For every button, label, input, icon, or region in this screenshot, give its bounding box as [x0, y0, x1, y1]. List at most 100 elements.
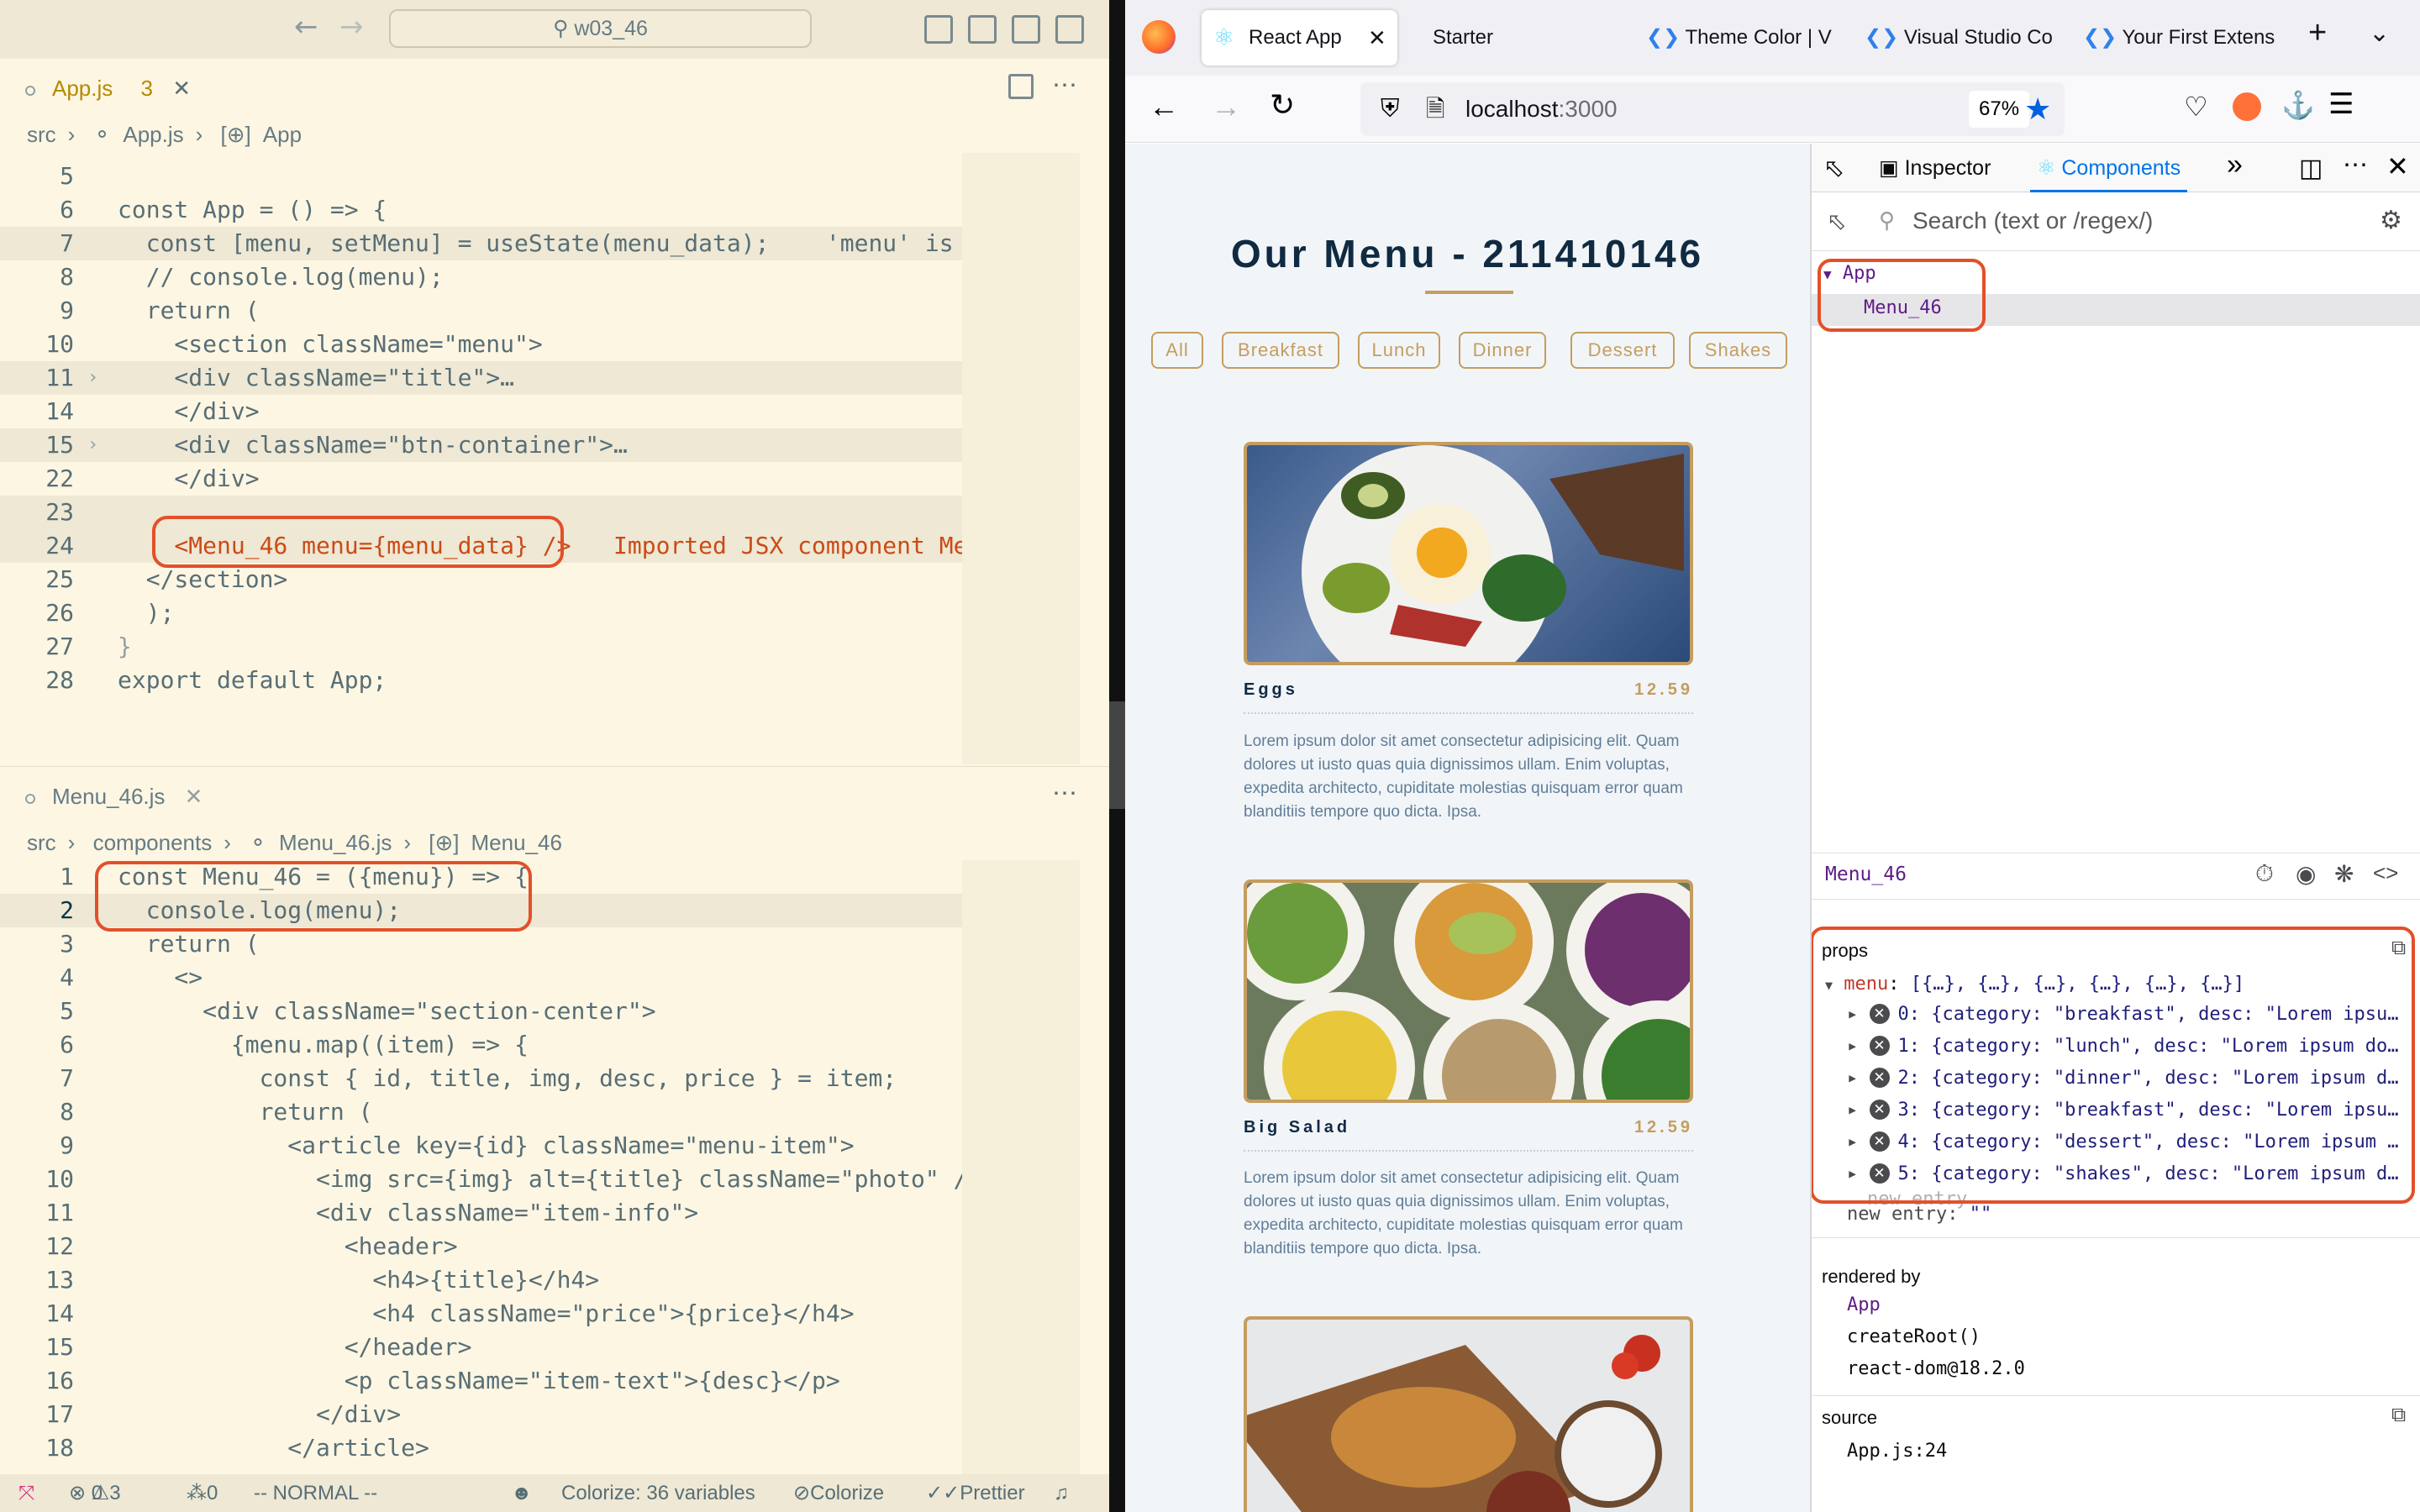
- forward-arrow-icon[interactable]: →: [339, 10, 364, 44]
- split-editor-icon[interactable]: [1008, 74, 1034, 99]
- code-line[interactable]: 18 </article>: [0, 1431, 962, 1465]
- minimap[interactable]: [962, 860, 1080, 1474]
- code-line[interactable]: 8 return (: [0, 1095, 962, 1129]
- toggle-sidebar-icon[interactable]: [924, 15, 953, 44]
- code-line[interactable]: 5 <div className="section-center">: [0, 995, 962, 1028]
- breadcrumb-symbol[interactable]: Menu_46: [471, 830, 562, 855]
- view-source-icon[interactable]: <>: [2373, 860, 2398, 886]
- bookmark-star-icon[interactable]: ★: [2024, 82, 2051, 136]
- tab-react-app[interactable]: ⚛ React App ✕: [1202, 10, 1397, 66]
- owner-app[interactable]: App: [1847, 1289, 2420, 1321]
- breadcrumb-symbol[interactable]: App: [263, 122, 302, 147]
- toggle-secondary-sidebar-icon[interactable]: [1012, 15, 1040, 44]
- code-line[interactable]: 12 <header>: [0, 1230, 962, 1263]
- remote-icon[interactable]: ⤧: [18, 1474, 34, 1512]
- code-line[interactable]: 14 </div>: [0, 395, 962, 428]
- tab-visual-studio-code[interactable]: ❮❯ Visual Studio Co: [1865, 10, 2058, 66]
- filter-all-button[interactable]: All: [1151, 332, 1203, 369]
- code-line[interactable]: 3 return (: [0, 927, 962, 961]
- back-icon[interactable]: ←: [1149, 89, 1179, 124]
- code-line[interactable]: 7 const [menu, setMenu] = useState(menu_…: [0, 227, 962, 260]
- tab-starter[interactable]: Starter: [1433, 10, 1534, 66]
- tab-app-js[interactable]: App.js 3 ✕: [0, 59, 191, 118]
- back-arrow-icon[interactable]: ←: [294, 10, 318, 44]
- component-search-input[interactable]: Search (text or /regex/): [1912, 207, 2153, 234]
- pocket-icon[interactable]: ♡: [2184, 91, 2208, 123]
- devtools-menu-icon[interactable]: ⋯: [2343, 150, 2368, 180]
- code-line[interactable]: 6 {menu.map((item) => {: [0, 1028, 962, 1062]
- code-line[interactable]: 17 </div>: [0, 1398, 962, 1431]
- filter-dessert-button[interactable]: Dessert: [1570, 332, 1675, 369]
- menu-icon[interactable]: ☰: [2328, 87, 2354, 121]
- colorize-status[interactable]: Colorize: 36 variables: [561, 1474, 755, 1512]
- code-line[interactable]: 15 › <div className="btn-container">…: [0, 428, 962, 462]
- colorize-button[interactable]: ⊘ Colorize: [793, 1474, 884, 1512]
- accounts-icon[interactable]: ☻: [511, 1474, 532, 1512]
- code-line[interactable]: 11 <div className="item-info">: [0, 1196, 962, 1230]
- tab-inspector[interactable]: ▣ Inspector: [1879, 144, 1991, 192]
- breadcrumb-src[interactable]: src: [27, 830, 56, 855]
- reload-icon[interactable]: ↻: [1270, 87, 1295, 123]
- code-line[interactable]: 25 </section>: [0, 563, 962, 596]
- minimap[interactable]: [962, 153, 1080, 764]
- code-line[interactable]: 11 › <div className="title">…: [0, 361, 962, 395]
- code-line[interactable]: 8 // console.log(menu);: [0, 260, 962, 294]
- tab-menu-46-js[interactable]: Menu_46.js ✕: [0, 767, 203, 826]
- filter-lunch-button[interactable]: Lunch: [1358, 332, 1440, 369]
- shield-icon[interactable]: ⛨: [1381, 82, 1400, 136]
- breadcrumb-folder[interactable]: components: [93, 830, 213, 855]
- code-line[interactable]: 15 </header>: [0, 1331, 962, 1364]
- ports-indicator[interactable]: ⁂ 0: [187, 1474, 218, 1512]
- dock-icon[interactable]: ◫: [2299, 154, 2323, 183]
- close-tab-icon[interactable]: ✕: [1368, 10, 1386, 66]
- source-location[interactable]: App.js:24: [1847, 1436, 2420, 1467]
- code-line[interactable]: 13 <h4>{title}</h4>: [0, 1263, 962, 1297]
- fold-chevron-icon[interactable]: ›: [87, 428, 98, 462]
- list-all-tabs-icon[interactable]: ⌄: [2369, 18, 2390, 48]
- problems-indicator[interactable]: ⊗ 0 ⚠ 3: [69, 1474, 121, 1512]
- eye-icon[interactable]: ◉: [2296, 860, 2316, 888]
- code-line[interactable]: 28 export default App;: [0, 664, 962, 697]
- extensions-icon[interactable]: ⚓: [2281, 89, 2315, 121]
- divider-handle[interactable]: [1109, 701, 1125, 809]
- firefox-view-icon[interactable]: [1142, 20, 1176, 54]
- filter-dinner-button[interactable]: Dinner: [1459, 332, 1546, 369]
- forward-icon[interactable]: →: [1211, 89, 1241, 124]
- editor-app-js[interactable]: 5 6 const App = () => {7 const [menu, setM…: [0, 160, 962, 764]
- close-icon[interactable]: ✕: [185, 784, 203, 809]
- zoom-level[interactable]: 67%: [1969, 91, 2030, 128]
- code-line[interactable]: 22 </div>: [0, 462, 962, 496]
- toggle-panel-icon[interactable]: [968, 15, 997, 44]
- account-icon[interactable]: [2233, 92, 2261, 121]
- more-actions-icon[interactable]: ⋯: [1052, 71, 1077, 100]
- code-line[interactable]: 27}: [0, 630, 962, 664]
- code-line[interactable]: 6 const App = () => {: [0, 193, 962, 227]
- url-bar[interactable]: ⛨ 🗎 localhost:3000 67% ★: [1360, 82, 2065, 136]
- code-line[interactable]: 7 const { id, title, img, desc, price } …: [0, 1062, 962, 1095]
- code-line[interactable]: 10 <img src={img} alt={title} className=…: [0, 1163, 962, 1196]
- filter-breakfast-button[interactable]: Breakfast: [1222, 332, 1339, 369]
- fold-chevron-icon[interactable]: ›: [87, 361, 98, 395]
- code-line[interactable]: 26 );: [0, 596, 962, 630]
- tab-components[interactable]: ⚛ Components: [2030, 144, 2188, 192]
- code-line[interactable]: 9 <article key={id} className="menu-item…: [0, 1129, 962, 1163]
- code-line[interactable]: 5: [0, 160, 962, 193]
- tab-theme-color[interactable]: ❮❯ Theme Color | V: [1646, 10, 1839, 66]
- command-center-search[interactable]: ⚲ w03_46: [389, 9, 812, 48]
- code-line[interactable]: 14 <h4 className="price">{price}</h4>: [0, 1297, 962, 1331]
- breadcrumb-file[interactable]: App.js: [123, 122, 183, 147]
- timer-icon[interactable]: ⏱: [2255, 860, 2274, 888]
- customize-layout-icon[interactable]: [1055, 15, 1084, 44]
- editor-menu-46-js[interactable]: 1 const Menu_46 = ({menu}) => {2 console.…: [0, 860, 962, 1473]
- prettier-button[interactable]: ✓✓ Prettier: [926, 1474, 1025, 1512]
- code-line[interactable]: 4 <>: [0, 961, 962, 995]
- copy-icon[interactable]: ⧉: [2391, 1404, 2406, 1427]
- code-line[interactable]: 16 <p className="item-text">{desc}</p>: [0, 1364, 962, 1398]
- bug-icon[interactable]: ❋: [2334, 860, 2354, 888]
- more-tools-chevron-icon[interactable]: »: [2227, 149, 2243, 181]
- close-icon[interactable]: ✕: [172, 76, 191, 101]
- code-line[interactable]: 10 <section className="menu">: [0, 328, 962, 361]
- breadcrumb-file[interactable]: Menu_46.js: [279, 830, 392, 855]
- settings-gear-icon[interactable]: ⚙: [2380, 206, 2402, 235]
- breadcrumb-src[interactable]: src: [27, 122, 56, 147]
